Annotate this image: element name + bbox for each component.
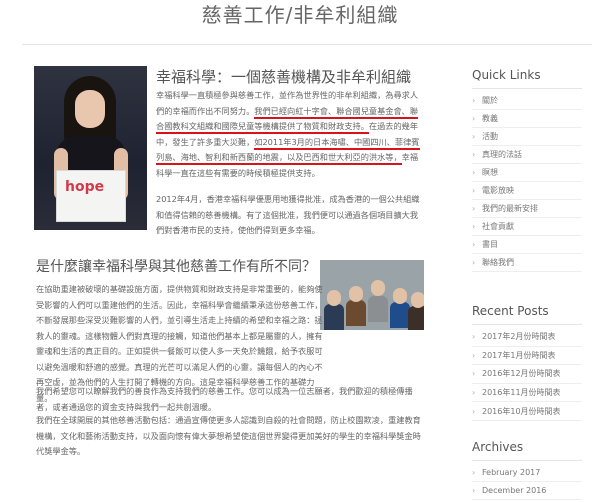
article-paragraph-2: 2012年4月，香港幸福科學優惠用地獲得批准，成為香港的一個公共組織和值得信賴的… (156, 194, 420, 235)
quick-link-item[interactable]: › 活動 (472, 128, 582, 146)
quick-link-item[interactable]: › 我們的最新安排 (472, 200, 582, 218)
photo-person-head (371, 280, 385, 296)
hope-logo: hope (65, 179, 105, 195)
quick-link-item[interactable]: › 教義 (472, 110, 582, 128)
quick-links-divider (472, 88, 582, 89)
chevron-right-icon: › (472, 240, 476, 249)
section-title: 是什麼讓幸福科學與其他慈善工作有所不同？ (36, 259, 316, 275)
chevron-right-icon: › (472, 486, 476, 495)
chevron-right-icon: › (472, 168, 476, 177)
recent-posts-divider (472, 324, 582, 325)
photo-face (75, 90, 105, 128)
photo-person (324, 304, 344, 330)
photo-person-head (349, 286, 363, 302)
quick-link-item[interactable]: › 電影放映 (472, 182, 582, 200)
quick-link-item[interactable]: › 關於 (472, 92, 582, 110)
chevron-right-icon: › (472, 150, 476, 159)
page-title: 慈善工作/非牟利組織 (201, 3, 399, 27)
chevron-right-icon: › (472, 114, 476, 123)
photo-person (390, 302, 410, 328)
photo-person-head (411, 292, 424, 308)
archives-title: Archives (472, 440, 524, 454)
recent-post-item[interactable]: › 2016年10月份時間表 (472, 402, 582, 421)
chevron-right-icon: › (472, 258, 476, 267)
chevron-right-icon: › (472, 96, 476, 105)
archive-item[interactable]: › December 2016 (472, 482, 582, 500)
photo-person-head (327, 290, 341, 306)
recent-posts-list: › 2017年2月份時間表 › 2017年1月份時間表 › 2016年12月份時間表 … (472, 328, 582, 421)
article-paragraph-5: 我們在全球開展的其他慈善活動包括：通過宣傳使更多人認識到自殺的社會問題，防止校園… (36, 415, 421, 456)
article-paragraph-1: 幸福科學一直積極參與慈善工作，並作為世界性的非牟利組織，為尋求人們的幸福而作出不… (156, 88, 426, 181)
archives-divider (472, 460, 582, 461)
chevron-right-icon: › (472, 350, 476, 360)
quick-link-item[interactable]: › 瞑想 (472, 164, 582, 182)
quick-links-list: › 關於 › 教義 › 活動 › 真理的法話 › 瞑想 › 電影放映 › 我們的最新安排 › 社… (472, 92, 582, 272)
quick-links-title: Quick Links (472, 68, 541, 82)
chevron-right-icon: › (472, 388, 476, 398)
photo-person (346, 300, 366, 326)
photo-person (408, 306, 424, 330)
recent-post-item[interactable]: › 2017年1月份時間表 (472, 347, 582, 366)
photo-person (368, 296, 388, 322)
archives-list: › February 2017 › December 2016 (472, 464, 582, 500)
quick-link-item[interactable]: › 真理的法話 (472, 146, 582, 164)
chevron-right-icon: › (472, 406, 476, 416)
chevron-right-icon: › (472, 186, 476, 195)
recent-posts-title: Recent Posts (472, 304, 549, 318)
photo-person-head (393, 288, 407, 304)
chevron-right-icon: › (472, 332, 476, 342)
recent-post-item[interactable]: › 2017年2月份時間表 (472, 328, 582, 347)
group-photo (320, 260, 424, 330)
chevron-right-icon: › (472, 369, 476, 379)
quick-link-item[interactable]: › 書目 (472, 236, 582, 254)
chevron-right-icon: › (472, 468, 476, 477)
donation-box: hope (56, 170, 126, 222)
quick-link-item[interactable]: › 社會貢獻 (472, 218, 582, 236)
header-divider (22, 44, 592, 45)
chevron-right-icon: › (472, 222, 476, 231)
hero-photo: hope (34, 66, 147, 230)
chevron-right-icon: › (472, 132, 476, 141)
article-title: 幸福科學：一個慈善機構及非牟利組織 (156, 68, 412, 86)
quick-link-item[interactable]: › 聯絡我們 (472, 254, 582, 272)
recent-post-item[interactable]: › 2016年11月份時間表 (472, 384, 582, 403)
chevron-right-icon: › (472, 204, 476, 213)
article-paragraph-4: 我們希望您可以瞭解我們的善良作為支持我們的慈善工作。您可以成為一位志願者，我們歡… (36, 386, 413, 412)
recent-post-item[interactable]: › 2016年12月份時間表 (472, 365, 582, 384)
archive-item[interactable]: › February 2017 (472, 464, 582, 482)
